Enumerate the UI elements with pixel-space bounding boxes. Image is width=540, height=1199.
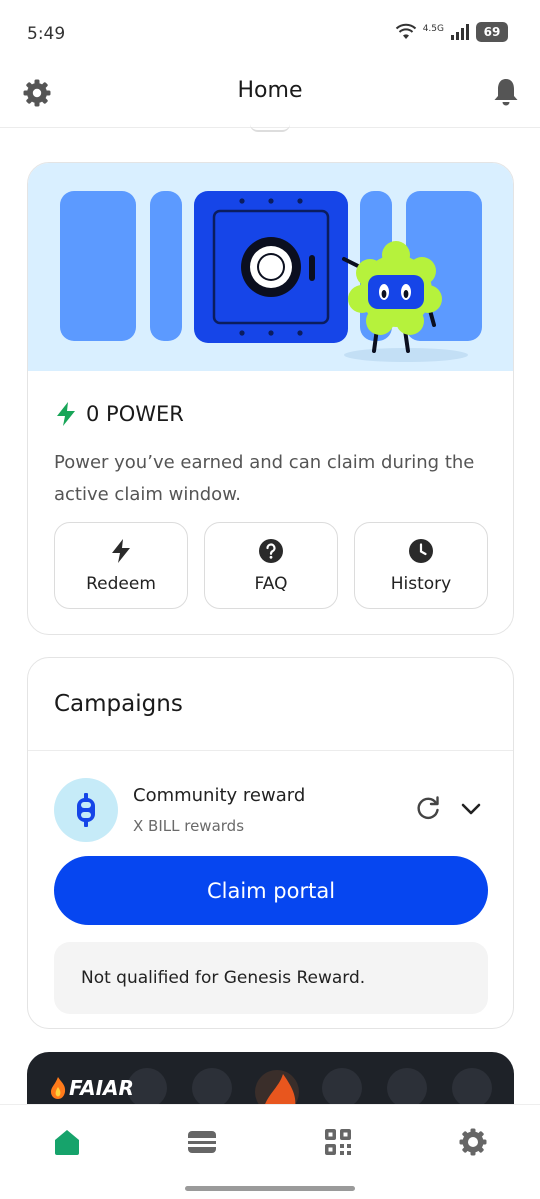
faq-label: FAQ bbox=[254, 573, 288, 594]
settings-icon[interactable] bbox=[456, 1125, 490, 1159]
vault-illustration bbox=[28, 163, 513, 371]
chevron-down-icon[interactable] bbox=[458, 796, 484, 822]
refresh-icon[interactable] bbox=[414, 794, 442, 822]
bill-token-icon bbox=[54, 778, 118, 842]
history-button[interactable]: History bbox=[354, 522, 488, 609]
status-time: 5:49 bbox=[27, 24, 66, 44]
network-type: 4.5G bbox=[422, 23, 444, 34]
divider bbox=[28, 750, 513, 751]
home-icon[interactable] bbox=[50, 1125, 84, 1159]
status-bar: 5:49 4.5G 69 bbox=[0, 0, 540, 62]
qualification-notice: Not qualified for Genesis Reward. bbox=[54, 942, 488, 1014]
pull-to-refresh-indicator bbox=[250, 124, 290, 132]
power-card: 0 POWER Power you’ve earned and can clai… bbox=[27, 162, 514, 635]
claim-portal-button[interactable]: Claim portal bbox=[54, 856, 488, 925]
power-description: Power you’ve earned and can claim during… bbox=[54, 452, 475, 505]
signal-icon bbox=[451, 24, 469, 40]
power-balance: 0 POWER bbox=[54, 401, 184, 427]
bell-icon[interactable] bbox=[490, 76, 522, 108]
power-actions: Redeem FAQ History bbox=[54, 522, 488, 609]
redeem-button[interactable]: Redeem bbox=[54, 522, 188, 609]
lightning-icon bbox=[57, 402, 75, 426]
campaign-name: Community reward bbox=[133, 785, 306, 806]
power-value: 0 POWER bbox=[86, 402, 184, 426]
page-title: Home bbox=[237, 78, 303, 103]
bottom-nav bbox=[0, 1104, 540, 1199]
campaign-subtitle: X BILL rewards bbox=[133, 817, 245, 835]
faq-button[interactable]: FAQ bbox=[204, 522, 338, 609]
campaigns-card: Campaigns Community reward X BILL reward… bbox=[27, 657, 514, 1029]
wallet-icon[interactable] bbox=[185, 1125, 219, 1159]
status-icons: 4.5G 69 bbox=[395, 22, 508, 42]
battery-indicator: 69 bbox=[476, 22, 508, 42]
faiar-logo-text: FAIAR bbox=[69, 1076, 134, 1100]
history-label: History bbox=[390, 573, 452, 594]
clock-icon bbox=[409, 538, 433, 563]
faiar-logo: FAIAR bbox=[49, 1076, 134, 1100]
redeem-label: Redeem bbox=[86, 573, 156, 594]
campaigns-title: Campaigns bbox=[54, 691, 183, 717]
gesture-bar bbox=[185, 1186, 355, 1191]
app-header: Home bbox=[0, 62, 540, 128]
question-icon bbox=[259, 538, 283, 563]
qr-scan-icon[interactable] bbox=[321, 1125, 355, 1159]
lightning-icon bbox=[112, 538, 130, 563]
wifi-icon bbox=[395, 23, 416, 39]
flame-icon bbox=[51, 1077, 66, 1099]
